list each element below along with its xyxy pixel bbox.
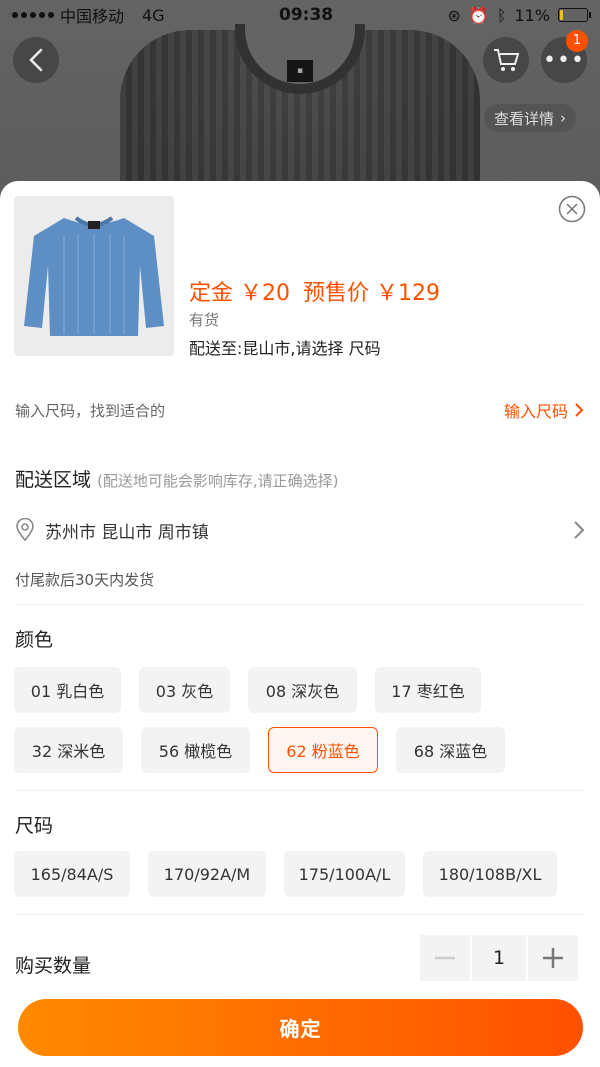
chevron-right-icon: › [560,109,567,127]
chevron-right-icon [575,403,584,417]
sweater-image [14,196,174,356]
size-option[interactable]: 180/108B/XL [423,851,557,897]
color-option[interactable]: 56 橄榄色 [141,727,250,773]
plus-icon [543,948,563,968]
decrease-quantity-button[interactable] [420,935,470,981]
size-finder-hint: 输入尺码，找到适合的 [15,401,166,420]
color-label: 颜色 [15,629,54,651]
region-note: (配送地可能会影响库存,请正确选择) [97,472,339,490]
divider [15,604,585,605]
rotation-lock-icon: ⊛ [447,5,461,25]
quantity-value[interactable]: 1 [472,935,526,981]
divider [15,790,585,791]
size-option[interactable]: 170/92A/M [148,851,266,897]
view-details-label: 查看详情 [494,109,555,128]
carrier-label: 中国移动 [60,7,125,26]
color-option[interactable]: 03 灰色 [139,667,230,713]
size-finder-link[interactable]: 输入尺码 [504,398,584,422]
address-text: 苏州市 昆山市 周市镇 [45,522,209,543]
divider [15,914,585,915]
location-pin-icon [16,518,34,542]
close-icon[interactable] [558,195,586,223]
battery-icon [558,8,591,22]
minus-icon [435,956,455,960]
quantity-label: 购买数量 [15,955,92,977]
increase-quantity-button[interactable] [528,935,578,981]
status-bar: 中国移动 4G 09:38 ⊛ ⏰ ᛒ 11% [0,0,600,30]
shipping-info: 配送至:昆山市,请选择 尺码 [189,339,381,358]
size-finder-link-label: 输入尺码 [503,402,568,421]
color-option-selected[interactable]: 62 粉蓝色 [268,727,378,773]
cart-icon [494,49,520,71]
quantity-stepper: 1 [420,935,578,981]
stock-status: 有货 [189,311,220,329]
size-label: 尺码 [15,815,54,837]
status-time: 09:38 [278,5,334,25]
product-thumbnail [14,196,174,356]
view-details-button[interactable]: 查看详情 › [484,104,577,132]
address-selector[interactable]: 苏州市 昆山市 周市镇 [15,515,585,545]
confirm-button[interactable]: 确定 [18,999,583,1056]
presale-value: ￥129 [376,281,441,306]
cart-button[interactable] [483,37,529,83]
notification-badge: 1 [566,30,588,52]
region-title-label: 配送区域 [15,469,92,491]
region-title: 配送区域 (配送地可能会影响库存,请正确选择) [15,465,339,492]
size-option[interactable]: 175/100A/L [284,851,405,897]
back-button[interactable] [13,37,59,83]
size-option[interactable]: 165/84A/S [14,851,130,897]
price-line: 定金 ￥20 预售价 ￥129 [189,275,440,307]
color-option[interactable]: 32 深米色 [14,727,123,773]
chevron-right-icon [574,521,585,539]
signal-icon [12,12,54,18]
size-finder-row[interactable]: 输入尺码，找到适合的 输入尺码 [0,396,600,424]
bluetooth-icon: ᛒ [496,5,507,25]
color-option[interactable]: 08 深灰色 [248,667,357,713]
presale-label: 预售价 [303,281,370,306]
color-option[interactable]: 17 枣红色 [375,667,481,713]
battery-percent: 11% [514,5,550,25]
chevron-left-icon [29,48,43,72]
sku-selection-sheet: 定金 ￥20 预售价 ￥129 有货 配送至:昆山市,请选择 尺码 输入尺码，找… [0,181,600,1067]
deposit-value: ￥20 [240,281,291,306]
color-option[interactable]: 68 深蓝色 [396,727,505,773]
alarm-icon: ⏰ [468,5,489,25]
network-label: 4G [142,5,165,25]
deposit-label: 定金 [189,281,234,306]
color-option[interactable]: 01 乳白色 [14,667,121,713]
delivery-note: 付尾款后30天内发货 [15,571,155,589]
